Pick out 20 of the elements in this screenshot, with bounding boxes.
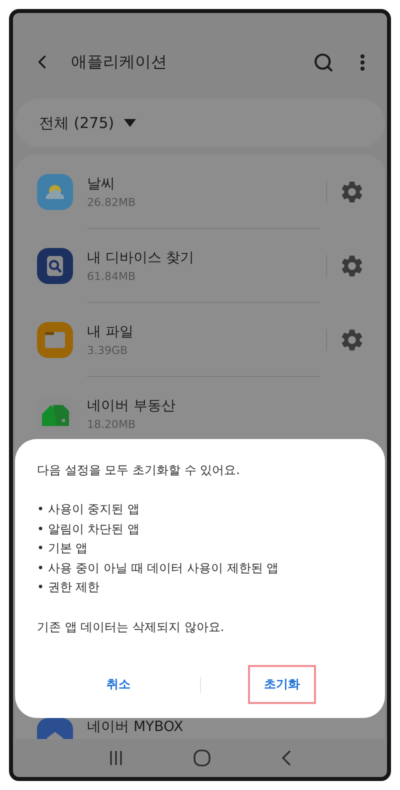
setting-item: • 사용 중이 아닐 때 데이터 사용이 제한된 앱 bbox=[37, 560, 280, 576]
setting-item: • 사용이 중지된 앱 bbox=[37, 501, 141, 518]
setting-item: • 권한 제한 bbox=[37, 579, 101, 596]
app-name[interactable]: 네이버 MYBOX bbox=[87, 718, 365, 736]
app-name[interactable]: 내 파일 bbox=[87, 322, 320, 340]
app-size: 18.20MB bbox=[87, 418, 137, 430]
app-size: 61.84MB bbox=[87, 270, 137, 282]
dialog-button[interactable]: 초기화 bbox=[200, 665, 363, 704]
dialog-button[interactable]: 취소 bbox=[37, 665, 200, 704]
page-title: 애플리케이션 bbox=[71, 52, 168, 72]
app-name[interactable]: 날씨 bbox=[87, 174, 320, 192]
app-name[interactable]: 네이버 부동산 bbox=[87, 396, 365, 414]
filter-dropdown[interactable]: 전체 (275) bbox=[15, 99, 385, 147]
setting-item: • 알림이 차단된 앱 bbox=[37, 520, 141, 538]
setting-item: • 기본 앱 bbox=[37, 540, 89, 557]
app-size: 3.39GB bbox=[87, 344, 129, 356]
app-name[interactable]: 내 디바이스 찾기 bbox=[87, 248, 320, 266]
app-size: 26.82MB bbox=[87, 196, 137, 208]
dialog-message: 다음 설정을 모두 초기화할 수 있어요. bbox=[37, 462, 241, 478]
dialog-note: 기존 앱 데이터는 삭제되지 않아요. bbox=[37, 618, 226, 636]
